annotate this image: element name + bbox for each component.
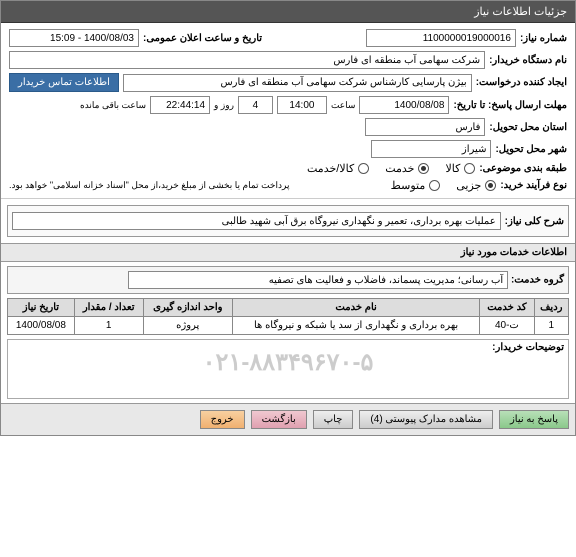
buyer-label: نام دستگاه خریدار:: [489, 55, 567, 66]
buyer-notes-label: توضیحات خریدار:: [492, 342, 564, 353]
subject-type-label: طبقه بندی موضوعی:: [479, 163, 567, 174]
window-title: جزئیات اطلاعات نیاز: [1, 1, 575, 23]
need-number-field: 1100000019000016: [366, 29, 516, 47]
cell-code: ت-40: [480, 317, 534, 335]
province-label: استان محل تحویل:: [489, 122, 567, 133]
radio-kala-khedmat-label: کالا/خدمت: [307, 162, 354, 175]
attachments-button[interactable]: مشاهده مدارک پیوستی (4): [359, 410, 493, 429]
remaining-label: ساعت باقی مانده: [80, 100, 146, 111]
radio-kala-label: کالا: [445, 162, 460, 175]
deadline-date-field: 1400/08/08: [359, 96, 449, 114]
radio-jozi-label: جزیی: [456, 179, 481, 192]
time-label-1: ساعت: [331, 100, 356, 111]
services-table: ردیف کد خدمت نام خدمت واحد اندازه گیری ت…: [7, 298, 569, 335]
radio-khedmat[interactable]: [418, 163, 429, 174]
back-button[interactable]: بازگشت: [251, 410, 307, 429]
cell-name: بهره برداری و نگهداری از سد یا شبکه و نی…: [232, 317, 479, 335]
requester-field: بیژن پارسایی کارشناس شرکت سهامی آب منطقه…: [123, 74, 472, 92]
radio-jozi[interactable]: [485, 180, 496, 191]
public-date-field: 1400/08/03 - 15:09: [9, 29, 139, 47]
city-label: شهر محل تحویل:: [495, 144, 567, 155]
radio-khedmat-label: خدمت: [385, 162, 414, 175]
payment-note: پرداخت تمام یا بخشی از مبلغ خرید،از محل …: [9, 180, 289, 191]
requester-label: ایجاد کننده درخواست:: [476, 77, 567, 88]
th-unit: واحد اندازه گیری: [143, 299, 232, 317]
need-number-label: شماره نیاز:: [520, 33, 567, 44]
table-row[interactable]: 1 ت-40 بهره برداری و نگهداری از سد یا شب…: [8, 317, 569, 335]
public-date-label: تاریخ و ساعت اعلان عمومی:: [143, 33, 262, 44]
th-code: کد خدمت: [480, 299, 534, 317]
buyer-field: شرکت سهامی آب منطقه ای فارس: [9, 51, 485, 69]
cell-idx: 1: [534, 317, 568, 335]
desc-title-field: عملیات بهره برداری، تعمیر و نگهداری نیرو…: [12, 212, 501, 230]
services-sub-header: اطلاعات خدمات مورد نیاز: [1, 243, 575, 262]
button-bar: پاسخ به نیاز مشاهده مدارک پیوستی (4) چاپ…: [1, 403, 575, 435]
cell-unit: پروژه: [143, 317, 232, 335]
day-label: روز و: [214, 100, 234, 111]
th-name: نام خدمت: [232, 299, 479, 317]
th-idx: ردیف: [534, 299, 568, 317]
desc-title-label: شرح کلی نیاز:: [505, 216, 564, 227]
cell-qty: 1: [74, 317, 143, 335]
city-field: شیراز: [371, 140, 491, 158]
service-group-label: گروه خدمت:: [511, 275, 564, 286]
days-field: 4: [238, 96, 273, 114]
th-date: تاریخ نیاز: [8, 299, 75, 317]
radio-kala[interactable]: [464, 163, 475, 174]
th-qty: تعداد / مقدار: [74, 299, 143, 317]
deadline-label: مهلت ارسال پاسخ: تا تاریخ:: [453, 100, 567, 111]
print-button[interactable]: چاپ: [313, 410, 354, 429]
cell-date: 1400/08/08: [8, 317, 75, 335]
buy-type-label: نوع فرآیند خرید:: [500, 180, 567, 191]
buyer-notes-area: توضیحات خریدار: ۰۲۱-۸۸۳۴۹۶۷۰-۵: [7, 339, 569, 399]
phone-number: ۰۲۱-۸۸۳۴۹۶۷۰-۵: [8, 340, 568, 385]
exit-button[interactable]: خروج: [200, 410, 245, 429]
contact-info-tab[interactable]: اطلاعات تماس خریدار: [9, 73, 119, 92]
radio-kala-khedmat[interactable]: [358, 163, 369, 174]
respond-button[interactable]: پاسخ به نیاز: [499, 410, 569, 429]
province-field: فارس: [365, 118, 485, 136]
radio-motevaset[interactable]: [429, 180, 440, 191]
deadline-time-field: 14:00: [277, 96, 327, 114]
service-group-field: آب رسانی؛ مدیریت پسماند، فاضلاب و فعالیت…: [128, 271, 508, 289]
remaining-time-field: 22:44:14: [150, 96, 210, 114]
radio-motevaset-label: متوسط: [391, 179, 426, 192]
